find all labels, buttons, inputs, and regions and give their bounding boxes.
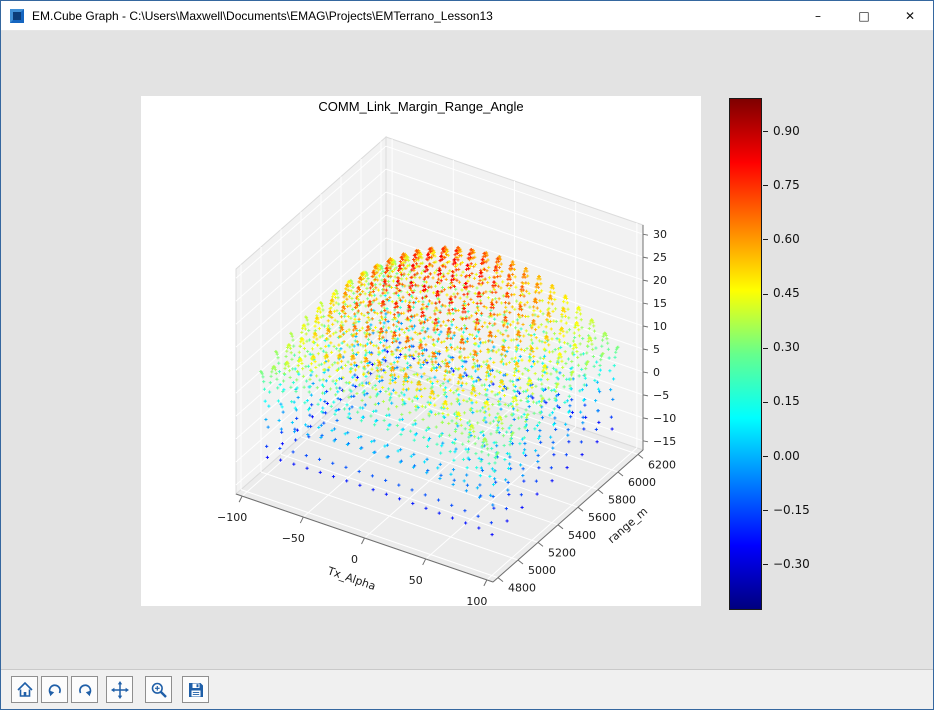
pan-button[interactable]: [106, 676, 133, 703]
colorbar-tick-mark: [763, 294, 768, 295]
colorbar-tick-label: 0.15: [773, 394, 800, 408]
zoom-button[interactable]: [145, 676, 172, 703]
colorbar-tick-label: 0.30: [773, 340, 800, 354]
forward-arrow-icon: [76, 681, 94, 699]
colorbar-tick-mark: [763, 348, 768, 349]
back-button[interactable]: [41, 676, 68, 703]
colorbar-tick-label: −0.30: [773, 557, 810, 571]
nav-toolbar: [1, 669, 933, 709]
colorbar-tick-label: 0.75: [773, 178, 800, 192]
app-window: EM.Cube Graph - C:\Users\Maxwell\Documen…: [0, 0, 934, 710]
figure-area: COMM_Link_Margin_Range_Angle: [141, 96, 701, 606]
save-icon: [187, 681, 205, 699]
pan-icon: [111, 681, 129, 699]
save-button[interactable]: [182, 676, 209, 703]
colorbar-tick-mark: [763, 564, 768, 565]
window-body: COMM_Link_Margin_Range_Angle 0.90 0.75 0.6…: [1, 31, 933, 669]
colorbar-tick-label: 0.60: [773, 232, 800, 246]
maximize-button[interactable]: □: [841, 1, 887, 30]
forward-button[interactable]: [71, 676, 98, 703]
colorbar-tick-mark: [763, 402, 768, 403]
colorbar: 0.90 0.75 0.60 0.45 0.30 0.15 0.00 −0.15 −0.30: [729, 98, 859, 610]
app-icon: [9, 8, 25, 24]
minimize-button[interactable]: –: [795, 1, 841, 30]
colorbar-gradient: [729, 98, 762, 610]
colorbar-tick-mark: [763, 456, 768, 457]
colorbar-tick-mark: [763, 239, 768, 240]
colorbar-tick-mark: [763, 185, 768, 186]
close-button[interactable]: ✕: [887, 1, 933, 30]
colorbar-tick-label: 0.00: [773, 449, 800, 463]
window-title: EM.Cube Graph - C:\Users\Maxwell\Documen…: [32, 9, 795, 23]
home-button[interactable]: [11, 676, 38, 703]
zoom-icon: [150, 681, 168, 699]
chart-title: COMM_Link_Margin_Range_Angle: [141, 99, 701, 114]
plot-canvas[interactable]: [141, 96, 701, 606]
colorbar-tick-label: −0.15: [773, 503, 810, 517]
title-bar: EM.Cube Graph - C:\Users\Maxwell\Documen…: [1, 1, 933, 31]
colorbar-tick-label: 0.90: [773, 124, 800, 138]
home-icon: [16, 681, 34, 699]
colorbar-tick-label: 0.45: [773, 286, 800, 300]
colorbar-tick-mark: [763, 510, 768, 511]
back-arrow-icon: [46, 681, 64, 699]
colorbar-tick-mark: [763, 131, 768, 132]
window-controls: – □ ✕: [795, 1, 933, 30]
